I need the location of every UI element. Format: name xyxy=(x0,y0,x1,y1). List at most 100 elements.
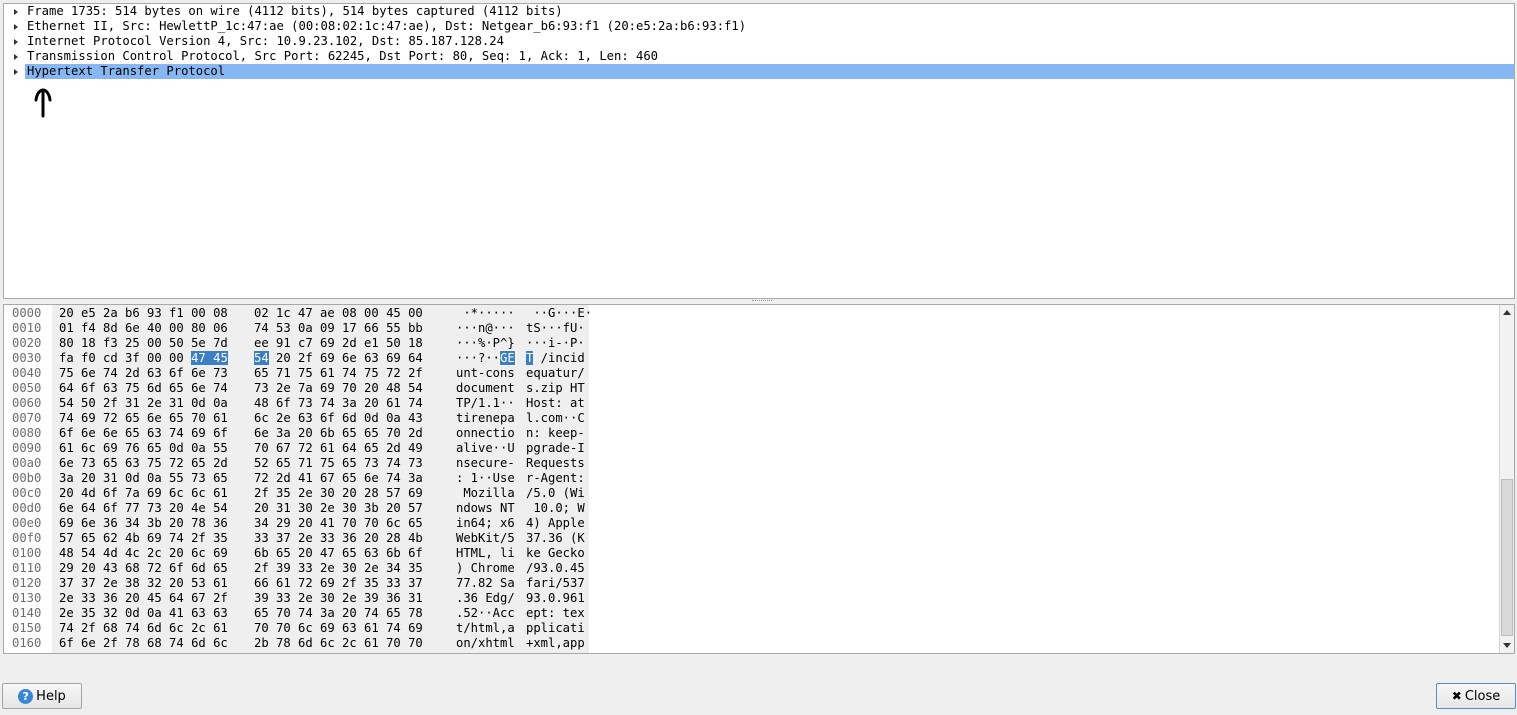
hex-bytes: 61 6c 69 76 65 0d 0a 55 xyxy=(59,441,228,455)
hand-cursor-icon xyxy=(34,88,52,118)
tree-row-label: Transmission Control Protocol, Src Port:… xyxy=(27,49,659,63)
ascii-text: TP/1.1·· xyxy=(456,396,515,410)
scrollbar-thumb[interactable] xyxy=(1501,479,1513,636)
ascii-text: ndows NT xyxy=(456,501,515,515)
hex-bytes: 39 33 2e 30 2e 39 36 31 xyxy=(254,591,423,605)
hex-offset: 0040 xyxy=(12,366,42,380)
help-icon: ? xyxy=(18,688,34,704)
expand-arrow-icon[interactable] xyxy=(11,64,21,79)
expand-arrow-icon[interactable] xyxy=(11,49,21,64)
ascii-text: 10.0; W xyxy=(526,501,585,515)
hex-offset: 0090 xyxy=(12,441,42,455)
vertical-scrollbar[interactable] xyxy=(1499,305,1514,653)
hex-offset: 0130 xyxy=(12,591,42,605)
hex-offset: 00c0 xyxy=(12,486,42,500)
hex-bytes: 6c 2e 63 6f 6d 0d 0a 43 xyxy=(254,411,423,425)
hex-bytes: 65 71 75 61 74 75 72 2f xyxy=(254,366,423,380)
ascii-text: WebKit/5 xyxy=(456,531,515,545)
packet-details-tree[interactable]: Frame 1735: 514 bytes on wire (4112 bits… xyxy=(3,3,1515,299)
hex-bytes: 70 67 72 61 64 65 2d 49 xyxy=(254,441,423,455)
hex-bytes: 6f 6e 6e 65 63 74 69 6f xyxy=(59,426,228,440)
hex-bytes: 72 2d 41 67 65 6e 74 3a xyxy=(254,471,423,485)
hex-bytes: 73 2e 7a 69 70 20 48 54 xyxy=(254,381,423,395)
expand-arrow-icon[interactable] xyxy=(11,19,21,34)
tree-row[interactable]: Internet Protocol Version 4, Src: 10.9.2… xyxy=(4,34,1514,49)
ascii-text: Requests xyxy=(526,456,585,470)
tree-row-label: Internet Protocol Version 4, Src: 10.9.2… xyxy=(27,34,504,48)
hex-bytes: 2f 35 2e 30 20 28 57 69 xyxy=(254,486,423,500)
packet-bytes-pane[interactable]: 0000 20 e5 2a b6 93 f1 00 08 02 1c 47 ae 0… xyxy=(3,304,1515,654)
ascii-text: 37.36 (K xyxy=(526,531,585,545)
hex-bytes: 74 69 72 65 6e 65 70 61 xyxy=(59,411,228,425)
hex-bytes: ee 91 c7 69 2d e1 50 18 xyxy=(254,336,423,350)
tree-row[interactable]: Hypertext Transfer Protocol xyxy=(4,64,1514,79)
scroll-up-icon[interactable] xyxy=(1503,310,1511,315)
scroll-down-icon[interactable] xyxy=(1503,643,1511,648)
ascii-text: ···i-·P· xyxy=(526,336,585,350)
hex-bytes: 48 54 4d 4c 2c 20 6c 69 xyxy=(59,546,228,560)
ascii-text: s.zip HT xyxy=(526,381,585,395)
ascii-text-selected: GE xyxy=(499,350,516,366)
hex-offset: 0070 xyxy=(12,411,42,425)
ascii-text: pgrade-I xyxy=(526,441,585,455)
hex-offset: 00d0 xyxy=(12,501,42,515)
hex-offset: 0080 xyxy=(12,426,42,440)
ascii-text: 77.82 Sa xyxy=(456,576,515,590)
hex-offset: 0160 xyxy=(12,636,42,650)
ascii-text: fari/537 xyxy=(526,576,585,590)
help-button[interactable]: ? Help xyxy=(2,683,82,709)
close-button[interactable]: ✖ Close xyxy=(1436,683,1516,709)
hex-bytes: 3a 20 31 0d 0a 55 73 65 xyxy=(59,471,228,485)
hex-bytes: 01 f4 8d 6e 40 00 80 06 xyxy=(59,321,228,335)
ascii-text: /93.0.45 xyxy=(526,561,585,575)
ascii-text: in64; x6 xyxy=(456,516,515,530)
hex-bytes: fa f0 cd 3f 00 00 xyxy=(59,351,184,365)
hex-bytes: 69 6e 36 34 3b 20 78 36 xyxy=(59,516,228,530)
tree-row[interactable]: Frame 1735: 514 bytes on wire (4112 bits… xyxy=(4,4,1514,19)
ascii-text: /incid xyxy=(533,351,585,365)
hex-bytes: 70 70 6c 69 63 61 74 69 xyxy=(254,621,423,635)
tree-row[interactable]: Ethernet II, Src: HewlettP_1c:47:ae (00:… xyxy=(4,19,1514,34)
ascii-text: 4) Apple xyxy=(526,516,585,530)
hex-offset: 00e0 xyxy=(12,516,42,530)
ascii-text: .52··Acc xyxy=(456,606,515,620)
hex-bytes: 80 18 f3 25 00 50 5e 7d xyxy=(59,336,228,350)
expand-arrow-icon[interactable] xyxy=(11,34,21,49)
hex-bytes-selected: 47 45 xyxy=(191,351,228,365)
tree-row[interactable]: Transmission Control Protocol, Src Port:… xyxy=(4,49,1514,64)
hex-bytes: 6e 64 6f 77 73 20 4e 54 xyxy=(59,501,228,515)
ascii-text: : 1··Use xyxy=(456,471,515,485)
hex-offset: 0050 xyxy=(12,381,42,395)
ascii-text: pplicati xyxy=(526,621,585,635)
hex-bytes: 48 6f 73 74 3a 20 61 74 xyxy=(254,396,423,410)
ascii-text: ·*····· xyxy=(456,306,515,320)
expand-arrow-icon[interactable] xyxy=(11,4,21,19)
hex-bytes: 2f 39 33 2e 30 2e 34 35 xyxy=(254,561,423,575)
hex-bytes: 2e 33 36 20 45 64 67 2f xyxy=(59,591,228,605)
tree-row-label: Ethernet II, Src: HewlettP_1c:47:ae (00:… xyxy=(27,19,747,33)
hex-bytes: 20 2f 69 6e 63 69 64 xyxy=(268,351,423,365)
ascii-text: onnectio xyxy=(456,426,515,440)
ascii-text: ··G···E· xyxy=(526,306,593,320)
hex-offset: 0110 xyxy=(12,561,42,575)
hex-bytes: 34 29 20 41 70 70 6c 65 xyxy=(254,516,423,530)
hex-offset: 0010 xyxy=(12,321,42,335)
hex-bytes: 2b 78 6d 6c 2c 61 70 70 xyxy=(254,636,423,650)
hex-bytes: 02 1c 47 ae 08 00 45 00 xyxy=(254,306,423,320)
hex-bytes: 6e 73 65 63 75 72 65 2d xyxy=(59,456,228,470)
ascii-text: ) Chrome xyxy=(456,561,515,575)
ascii-text: +xml,app xyxy=(526,636,585,650)
ascii-text: ke Gecko xyxy=(526,546,585,560)
hex-bytes: 74 2f 68 74 6d 6c 2c 61 xyxy=(59,621,228,635)
hex-offset: 0120 xyxy=(12,576,42,590)
ascii-text: Host: at xyxy=(526,396,585,410)
hex-bytes: 57 65 62 4b 69 74 2f 35 xyxy=(59,531,228,545)
ascii-text: tS···fU· xyxy=(526,321,585,335)
hex-offset: 0100 xyxy=(12,546,42,560)
hex-bytes-selected: 54 xyxy=(254,351,269,365)
ascii-text: on/xhtml xyxy=(456,636,515,650)
ascii-text: alive··U xyxy=(456,441,515,455)
hex-offset: 0140 xyxy=(12,606,42,620)
hex-bytes: 37 37 2e 38 32 20 53 61 xyxy=(59,576,228,590)
ascii-text: /5.0 (Wi xyxy=(526,486,585,500)
